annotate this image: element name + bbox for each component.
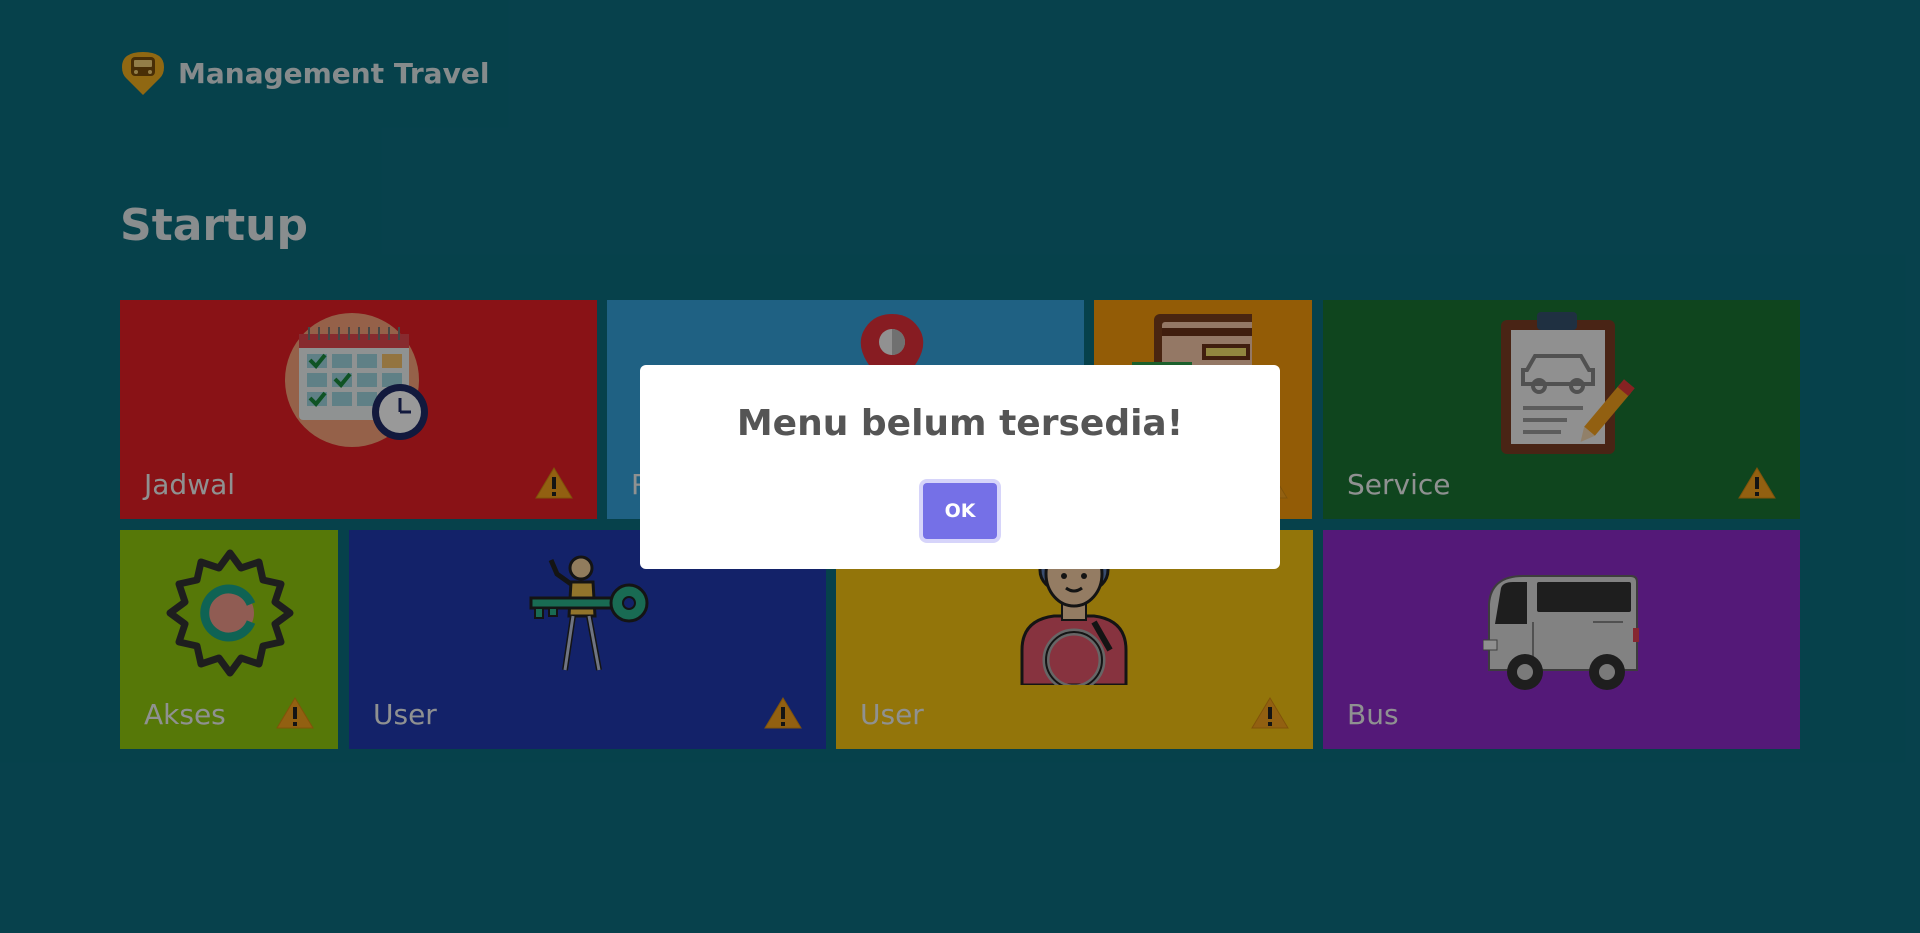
alert-dialog: Menu belum tersedia! OK: [640, 365, 1280, 569]
ok-button[interactable]: OK: [923, 483, 997, 539]
dialog-title: Menu belum tersedia!: [736, 403, 1184, 444]
